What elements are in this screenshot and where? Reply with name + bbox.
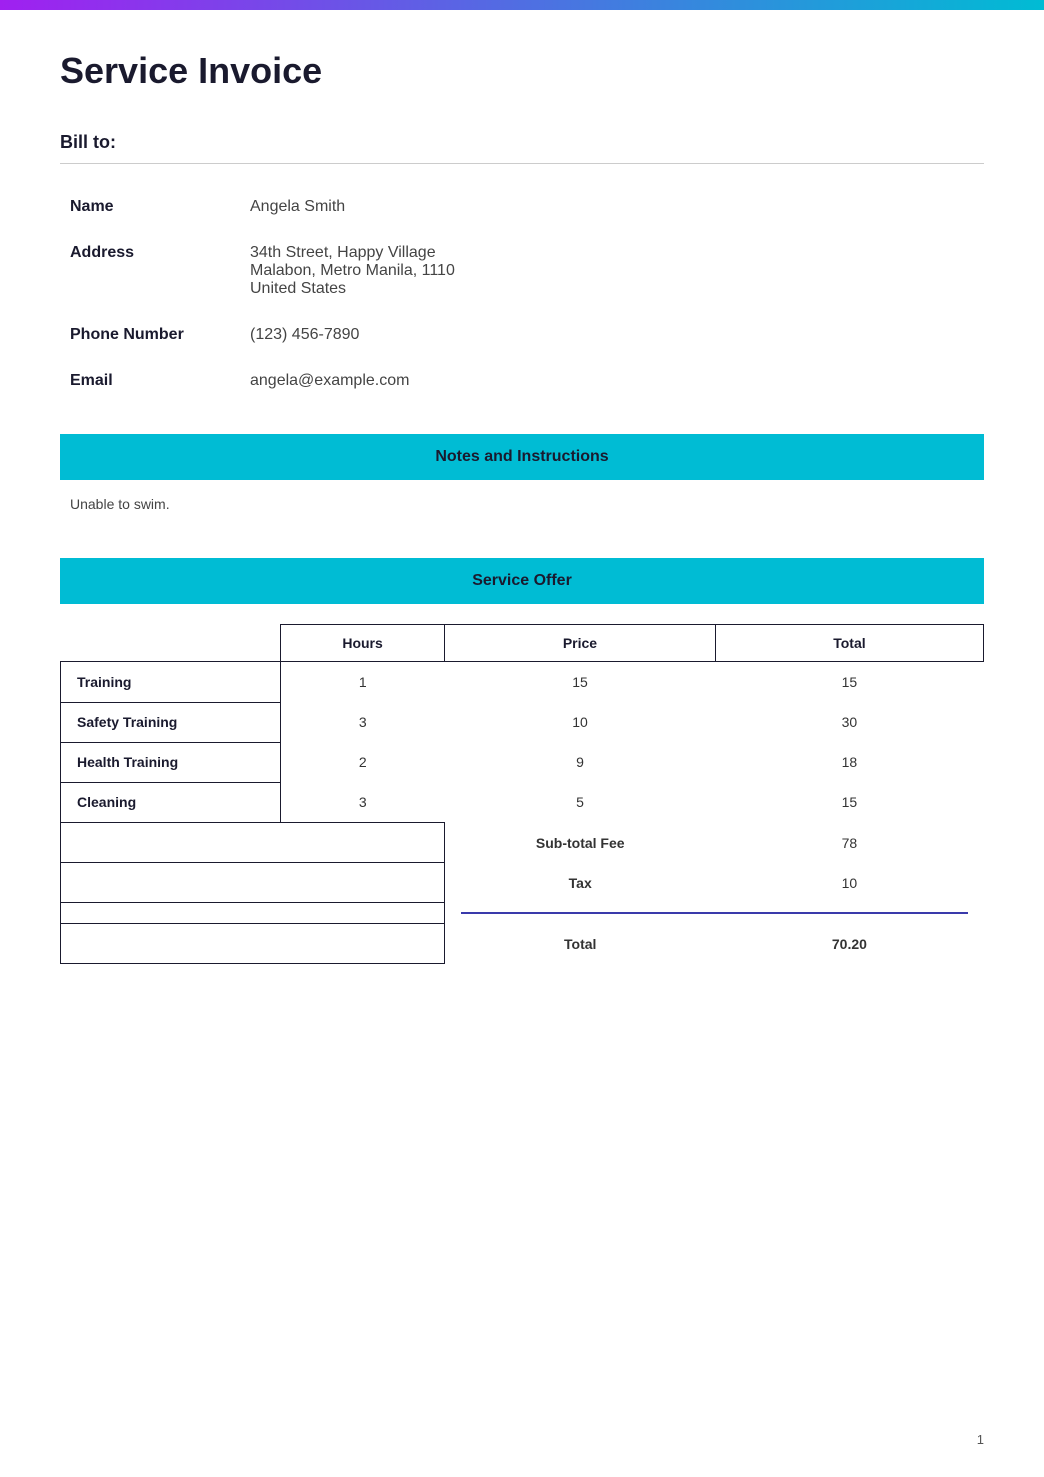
subtotal-value: 78 (715, 823, 983, 863)
subtotal-row: Sub-total Fee 78 (61, 823, 984, 863)
service-offer-header: Service Offer (60, 558, 984, 604)
bill-info-name-label: Name (60, 184, 240, 230)
bill-to-divider (60, 163, 984, 164)
service-name-training: Training (61, 662, 281, 703)
service-col-hours: Hours (281, 625, 445, 662)
page-number: 1 (977, 1432, 984, 1447)
service-price-cleaning: 5 (445, 782, 716, 823)
total-row: Total 70.20 (61, 924, 984, 964)
total-divider (461, 912, 967, 914)
bill-info-name-value: Angela Smith (240, 184, 984, 230)
service-price-health: 9 (445, 742, 716, 782)
service-name-cleaning: Cleaning (61, 782, 281, 823)
service-hours-health: 2 (281, 742, 445, 782)
service-hours-training: 1 (281, 662, 445, 703)
service-col-total: Total (715, 625, 983, 662)
service-offer-heading: Service Offer (472, 572, 572, 589)
service-hours-safety: 3 (281, 702, 445, 742)
bill-info-name-row: Name Angela Smith (60, 184, 984, 230)
service-price-training: 15 (445, 662, 716, 703)
table-row: Safety Training 3 10 30 (61, 702, 984, 742)
bill-info-table: Name Angela Smith Address 34th Street, H… (60, 184, 984, 404)
service-total-training: 15 (715, 662, 983, 703)
bill-info-address-label: Address (60, 230, 240, 312)
bill-info-address-value: 34th Street, Happy VillageMalabon, Metro… (240, 230, 984, 312)
divider-row (61, 903, 984, 924)
service-name-health: Health Training (61, 742, 281, 782)
service-col-price: Price (445, 625, 716, 662)
bill-info-email-value: angela@example.com (240, 358, 984, 404)
table-row: Health Training 2 9 18 (61, 742, 984, 782)
service-total-safety: 30 (715, 702, 983, 742)
tax-value: 10 (715, 863, 983, 903)
service-col-name (61, 625, 281, 662)
service-name-safety: Safety Training (61, 702, 281, 742)
service-total-health: 18 (715, 742, 983, 782)
total-label: Total (445, 924, 716, 964)
bill-to-heading: Bill to: (60, 132, 984, 153)
service-total-cleaning: 15 (715, 782, 983, 823)
service-hours-cleaning: 3 (281, 782, 445, 823)
page-title: Service Invoice (60, 50, 984, 92)
total-value: 70.20 (715, 924, 983, 964)
bill-info-phone-row: Phone Number (123) 456-7890 (60, 312, 984, 358)
bill-info-phone-value: (123) 456-7890 (240, 312, 984, 358)
notes-section-header: Notes and Instructions (60, 434, 984, 480)
service-table: Hours Price Total Training 1 15 15 Safet… (60, 624, 984, 964)
bill-info-address-row: Address 34th Street, Happy VillageMalabo… (60, 230, 984, 312)
notes-heading: Notes and Instructions (435, 448, 608, 465)
subtotal-label: Sub-total Fee (445, 823, 716, 863)
tax-label: Tax (445, 863, 716, 903)
bill-to-section: Bill to: Name Angela Smith Address 34th … (60, 132, 984, 404)
notes-content: Unable to swim. (60, 480, 984, 528)
bill-info-phone-label: Phone Number (60, 312, 240, 358)
service-table-wrapper: Hours Price Total Training 1 15 15 Safet… (60, 624, 984, 964)
table-row: Training 1 15 15 (61, 662, 984, 703)
service-table-header-row: Hours Price Total (61, 625, 984, 662)
bill-info-email-label: Email (60, 358, 240, 404)
top-bar (0, 0, 1044, 10)
service-price-safety: 10 (445, 702, 716, 742)
tax-row: Tax 10 (61, 863, 984, 903)
bill-info-email-row: Email angela@example.com (60, 358, 984, 404)
table-row: Cleaning 3 5 15 (61, 782, 984, 823)
